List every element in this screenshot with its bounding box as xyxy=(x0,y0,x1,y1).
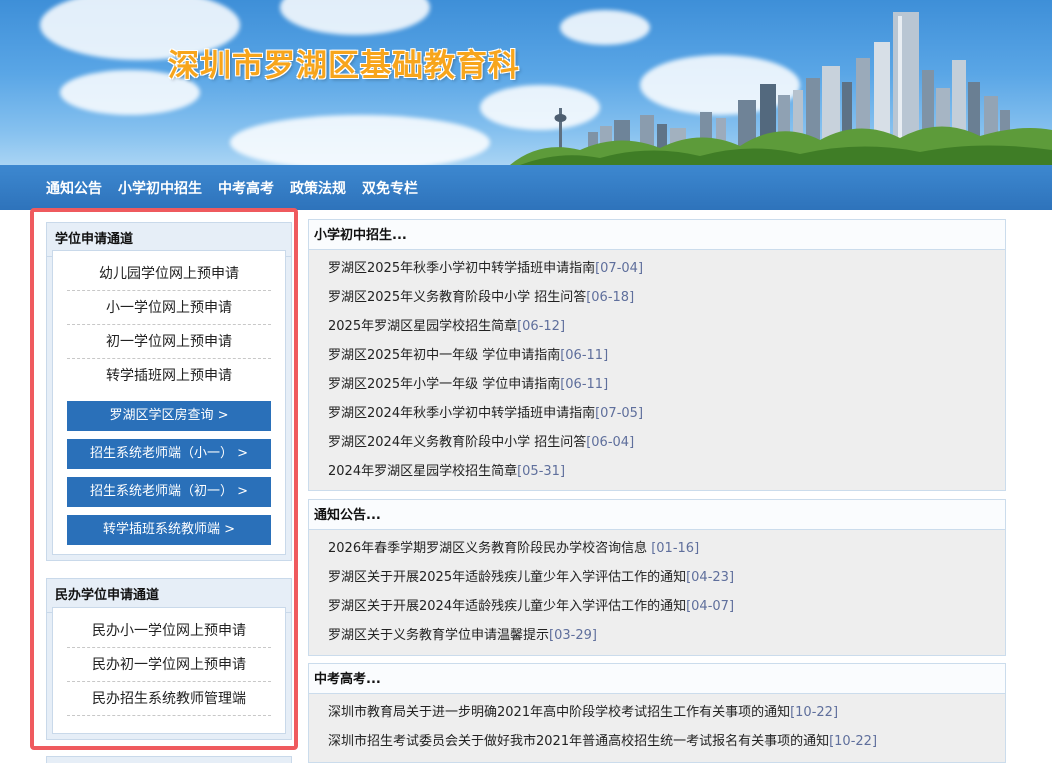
news-title: 罗湖区2025年初中一年级 学位申请指南 xyxy=(328,348,561,363)
news-title: 2026年春季学期罗湖区义务教育阶段民办学校咨询信息 xyxy=(328,541,652,556)
site-title: 深圳市罗湖区基础教育科 xyxy=(168,48,520,84)
news-item[interactable]: 罗湖区关于开展2025年适龄残疾儿童少年入学评估工作的通知[04-23] xyxy=(309,563,1005,592)
news-title: 深圳市招生考试委员会关于做好我市2021年普通高校招生统一考试报名有关事项的通知 xyxy=(328,734,830,749)
news-item[interactable]: 罗湖区2024年秋季小学初中转学插班申请指南[07-05] xyxy=(309,399,1005,428)
news-item[interactable]: 罗湖区2025年小学一年级 学位申请指南[06-11] xyxy=(309,370,1005,399)
news-date: [06-18] xyxy=(586,290,635,305)
header-banner: 深圳市罗湖区基础教育科 xyxy=(0,0,1052,165)
news-title: 2025年罗湖区星园学校招生简章 xyxy=(328,319,518,334)
news-date: [04-07] xyxy=(686,599,735,614)
news-item[interactable]: 深圳市教育局关于进一步明确2021年高中阶段学校考试招生工作有关事项的通知[10… xyxy=(309,698,1005,727)
news-date: [06-04] xyxy=(586,435,635,450)
news-title: 罗湖区关于义务教育学位申请温馨提示 xyxy=(328,628,550,643)
exams-news-list: 深圳市教育局关于进一步明确2021年高中阶段学校考试招生工作有关事项的通知[10… xyxy=(308,693,1006,763)
news-title: 深圳市教育局关于进一步明确2021年高中阶段学校考试招生工作有关事项的通知 xyxy=(328,705,791,720)
notices-section-title[interactable]: 通知公告... xyxy=(308,499,1006,529)
news-item[interactable]: 罗湖区2024年义务教育阶段中小学 招生问答[06-04] xyxy=(309,428,1005,457)
news-item[interactable]: 2024年罗湖区星园学校招生简章[05-31] xyxy=(309,457,1005,486)
admissions-section-title[interactable]: 小学初中招生... xyxy=(308,219,1006,249)
nav-item-exams[interactable]: 中考高考 xyxy=(210,178,282,198)
news-date: [10-22] xyxy=(829,734,878,749)
news-date: [03-29] xyxy=(549,628,597,643)
city-skyline-image xyxy=(510,12,1052,165)
main-nav: 通知公告 小学初中招生 中考高考 政策法规 双免专栏 xyxy=(0,165,1052,210)
news-date: [01-16] xyxy=(651,541,700,556)
news-title: 罗湖区2024年义务教育阶段中小学 招生问答 xyxy=(328,435,587,450)
news-title: 罗湖区2024年秋季小学初中转学插班申请指南 xyxy=(328,406,596,421)
next-panel-edge xyxy=(46,756,292,763)
news-date: [07-04] xyxy=(595,261,644,276)
news-date: [04-23] xyxy=(686,570,735,585)
nav-item-policy[interactable]: 政策法规 xyxy=(282,178,354,198)
admissions-news-list: 罗湖区2025年秋季小学初中转学插班申请指南[07-04] 罗湖区2025年义务… xyxy=(308,249,1006,491)
notices-section: 通知公告... 2026年春季学期罗湖区义务教育阶段民办学校咨询信息 [01-1… xyxy=(308,499,1006,656)
exams-section: 中考高考... 深圳市教育局关于进一步明确2021年高中阶段学校考试招生工作有关… xyxy=(308,663,1006,763)
news-item[interactable]: 2025年罗湖区星园学校招生简章[06-12] xyxy=(309,312,1005,341)
news-date: [05-31] xyxy=(517,464,566,479)
news-item[interactable]: 罗湖区2025年秋季小学初中转学插班申请指南[07-04] xyxy=(309,254,1005,283)
news-date: [06-11] xyxy=(560,348,609,363)
news-title: 罗湖区2025年小学一年级 学位申请指南 xyxy=(328,377,561,392)
news-date: [06-11] xyxy=(560,377,609,392)
news-title: 罗湖区关于开展2025年适龄残疾儿童少年入学评估工作的通知 xyxy=(328,570,687,585)
news-item[interactable]: 深圳市招生考试委员会关于做好我市2021年普通高校招生统一考试报名有关事项的通知… xyxy=(309,727,1005,756)
news-date: [06-12] xyxy=(517,319,566,334)
news-item[interactable]: 罗湖区2025年初中一年级 学位申请指南[06-11] xyxy=(309,341,1005,370)
news-item[interactable]: 2026年春季学期罗湖区义务教育阶段民办学校咨询信息 [01-16] xyxy=(309,534,1005,563)
highlight-outline xyxy=(30,208,298,750)
nav-item-admissions[interactable]: 小学初中招生 xyxy=(110,178,210,198)
nav-item-double-free[interactable]: 双免专栏 xyxy=(354,178,426,198)
exams-section-title[interactable]: 中考高考... xyxy=(308,663,1006,693)
nav-item-notices[interactable]: 通知公告 xyxy=(38,178,110,198)
news-title: 罗湖区关于开展2024年适龄残疾儿童少年入学评估工作的通知 xyxy=(328,599,687,614)
news-title: 罗湖区2025年义务教育阶段中小学 招生问答 xyxy=(328,290,587,305)
news-title: 2024年罗湖区星园学校招生简章 xyxy=(328,464,518,479)
news-title: 罗湖区2025年秋季小学初中转学插班申请指南 xyxy=(328,261,596,276)
notices-news-list: 2026年春季学期罗湖区义务教育阶段民办学校咨询信息 [01-16] 罗湖区关于… xyxy=(308,529,1006,656)
news-date: [07-05] xyxy=(595,406,644,421)
news-item[interactable]: 罗湖区关于开展2024年适龄残疾儿童少年入学评估工作的通知[04-07] xyxy=(309,592,1005,621)
news-item[interactable]: 罗湖区关于义务教育学位申请温馨提示[03-29] xyxy=(309,621,1005,650)
news-item[interactable]: 罗湖区2025年义务教育阶段中小学 招生问答[06-18] xyxy=(309,283,1005,312)
admissions-section: 小学初中招生... 罗湖区2025年秋季小学初中转学插班申请指南[07-04] … xyxy=(308,219,1006,491)
news-date: [10-22] xyxy=(790,705,839,720)
